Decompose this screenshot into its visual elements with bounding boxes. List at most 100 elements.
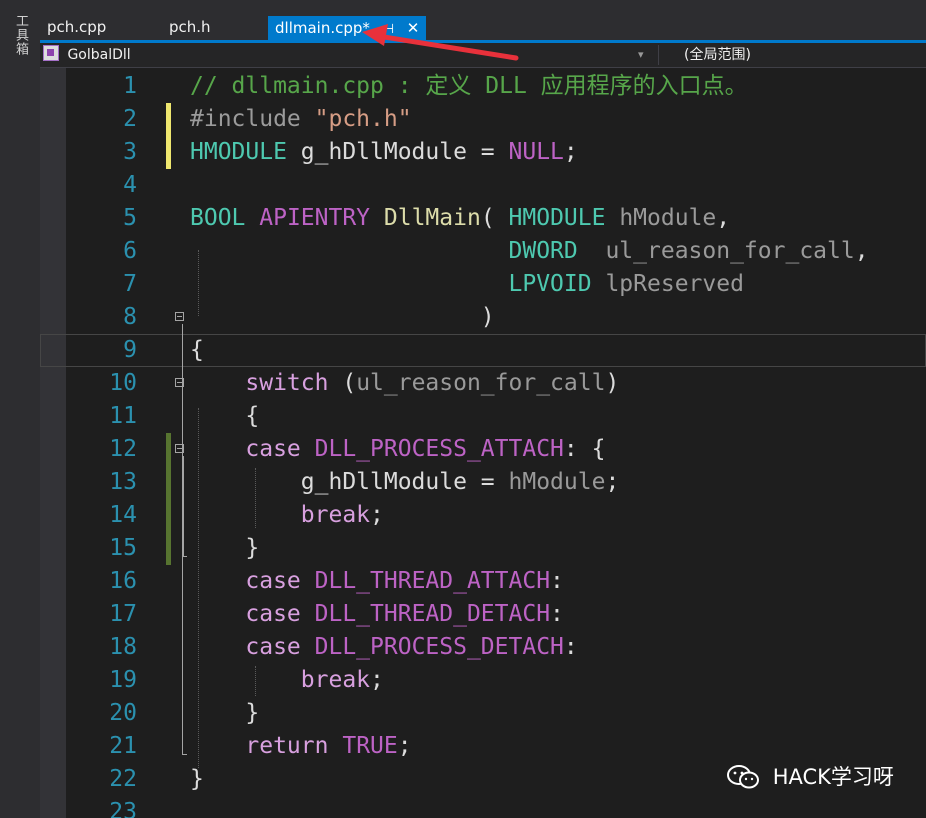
line-number: 21 (109, 733, 137, 759)
code-line[interactable]: 13 g_hDllModule = hModule; (40, 466, 926, 499)
line-number: 1 (123, 73, 137, 99)
line-number: 8 (123, 304, 137, 330)
code-line[interactable]: 5 BOOL APIENTRY DllMain( HMODULE hModule, (40, 202, 926, 235)
code-token: // dllmain.cpp : 定义 DLL 应用程序的入口点。 (190, 73, 748, 99)
code-text: case DLL_PROCESS_ATTACH: { (190, 433, 605, 466)
code-line[interactable]: 18 case DLL_PROCESS_DETACH: (40, 631, 926, 664)
code-editor[interactable]: 1 // dllmain.cpp : 定义 DLL 应用程序的入口点。 2 #incl… (40, 68, 926, 818)
code-token: : (563, 634, 578, 660)
code-token: NULL (508, 139, 564, 165)
project-scope-dropdown[interactable]: GolbalDll (43, 45, 651, 65)
line-number: 18 (109, 634, 137, 660)
chevron-down-icon[interactable]: ▾ (638, 45, 644, 65)
code-token: DLL_PROCESS_ATTACH (314, 436, 564, 462)
code-line[interactable]: 1 // dllmain.cpp : 定义 DLL 应用程序的入口点。 (40, 70, 926, 103)
code-line[interactable]: 4 (40, 169, 926, 202)
code-line[interactable]: 11 { (40, 400, 926, 433)
change-marker (166, 499, 171, 532)
global-scope-dropdown[interactable]: (全局范围) (684, 45, 751, 65)
line-number: 23 (109, 799, 137, 818)
arrow-annotation-icon (362, 24, 519, 61)
code-line[interactable]: 10 switch (ul_reason_for_call) (40, 367, 926, 400)
code-line[interactable]: 9{ (40, 334, 926, 367)
line-number: 3 (123, 139, 137, 165)
code-token: lpReserved (605, 271, 744, 297)
code-token: case (245, 634, 301, 660)
code-token: ) (190, 304, 495, 330)
code-line[interactable]: 21 return TRUE; (40, 730, 926, 763)
code-line[interactable]: 20 } (40, 697, 926, 730)
navbar-divider (658, 45, 659, 65)
code-token: , (716, 205, 731, 231)
change-marker (166, 532, 171, 565)
code-text: break; (190, 499, 384, 532)
line-number: 13 (109, 469, 137, 495)
code-text: case DLL_THREAD_ATTACH: (190, 565, 564, 598)
code-text: #include "pch.h" (190, 103, 412, 136)
code-token: case (245, 436, 301, 462)
code-line[interactable]: 16 case DLL_THREAD_ATTACH: (40, 565, 926, 598)
tab-label: pch.h (169, 18, 211, 36)
indent-guide (255, 468, 256, 528)
code-token: : (550, 568, 564, 594)
code-token: DllMain (383, 205, 481, 231)
code-line[interactable]: 7 LPVOID lpReserved (40, 268, 926, 301)
code-token: "pch.h" (314, 106, 412, 132)
code-text: switch (ul_reason_for_call) (190, 367, 619, 400)
code-token: LPVOID (508, 271, 592, 297)
code-line[interactable]: 12 case DLL_PROCESS_ATTACH: { (40, 433, 926, 466)
code-token: : { (563, 436, 606, 462)
tab-pch-cpp[interactable]: pch.cpp (40, 14, 113, 40)
code-line[interactable]: 3 HMODULE g_hDllModule = NULL; (40, 136, 926, 169)
tab-pch-h[interactable]: pch.h (162, 14, 218, 40)
line-number: 12 (109, 436, 137, 462)
code-line[interactable]: 19 break; (40, 664, 926, 697)
code-token: switch (245, 370, 329, 396)
line-number: 14 (109, 502, 137, 528)
code-token: hModule (619, 205, 717, 231)
code-token: ; (605, 469, 620, 495)
code-text: case DLL_THREAD_DETACH: (190, 598, 564, 631)
code-text: { (190, 334, 204, 367)
code-token: } (190, 700, 260, 726)
code-line[interactable]: 2 #include "pch.h" (40, 103, 926, 136)
line-number: 5 (123, 205, 137, 231)
code-token: ; (563, 139, 578, 165)
toolbox-label[interactable]: 工具箱 (11, 14, 30, 56)
code-text: case DLL_PROCESS_DETACH: (190, 631, 578, 664)
collapse-icon[interactable] (175, 312, 184, 321)
code-token: BOOL (190, 205, 246, 231)
code-text: } (190, 697, 259, 730)
code-token: APIENTRY (259, 205, 371, 231)
code-token: ( (328, 370, 357, 396)
code-token: , (854, 238, 869, 264)
code-line[interactable]: 8 ) (40, 301, 926, 334)
code-text: ) (190, 301, 495, 334)
line-number: 7 (123, 271, 137, 297)
code-line[interactable]: 17 case DLL_THREAD_DETACH: (40, 598, 926, 631)
code-token: break (300, 502, 371, 528)
code-token: HMODULE (190, 139, 287, 165)
line-number: 20 (109, 700, 137, 726)
wechat-icon (727, 765, 759, 789)
fold-line-case (183, 456, 184, 556)
code-line[interactable]: 6 DWORD ul_reason_for_call, (40, 235, 926, 268)
code-text: // dllmain.cpp : 定义 DLL 应用程序的入口点。 (190, 70, 748, 103)
project-icon (43, 45, 59, 61)
code-line[interactable]: 14 break; (40, 499, 926, 532)
code-text: LPVOID lpReserved (190, 268, 744, 301)
indent-guide (255, 666, 256, 696)
line-number: 11 (109, 403, 137, 429)
code-token: case (245, 601, 301, 627)
code-line[interactable]: 15 } (40, 532, 926, 565)
code-line[interactable]: 23 (40, 796, 926, 818)
code-token: ul_reason_for_call (605, 238, 855, 264)
